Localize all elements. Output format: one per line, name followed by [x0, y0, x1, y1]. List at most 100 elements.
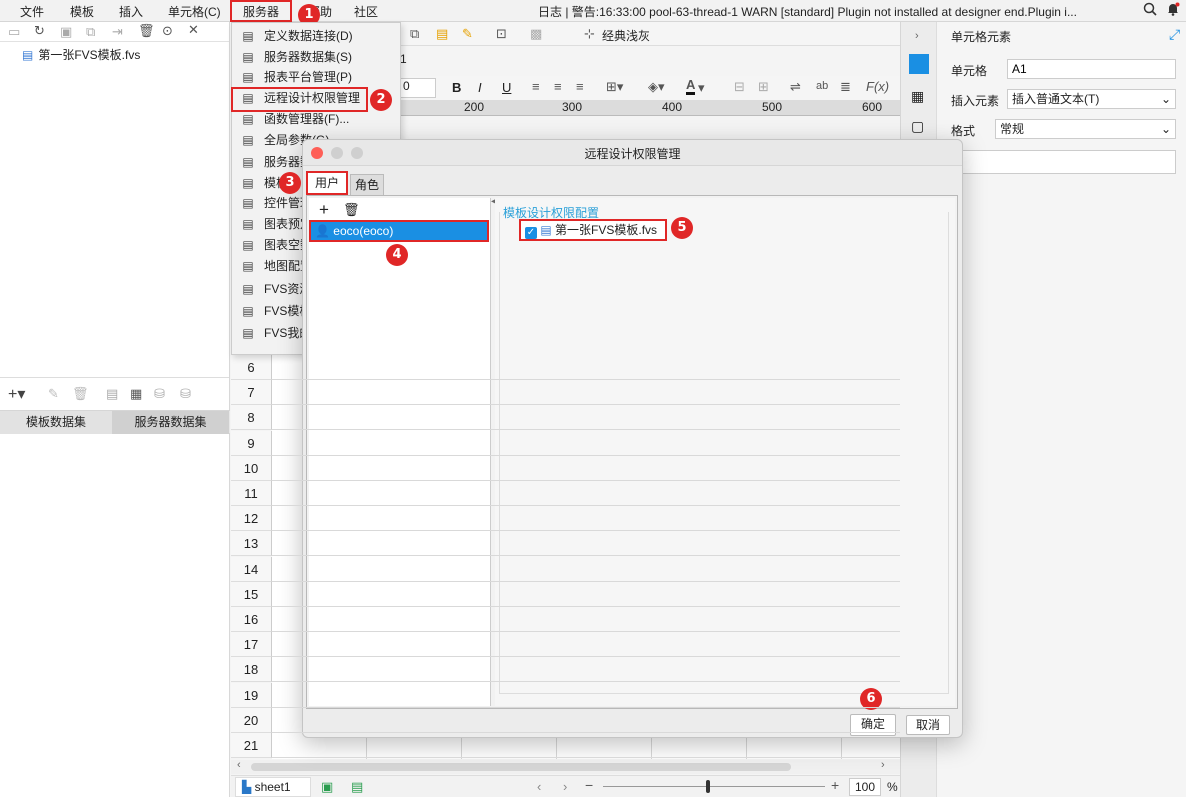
zoom-in-icon[interactable]: + [831, 777, 839, 793]
menu-server[interactable]: 服务器 [230, 0, 293, 22]
expand-icon[interactable]: ⤢ [1169, 26, 1180, 43]
merge-icon[interactable]: ⊟ [734, 79, 745, 95]
trash-icon[interactable]: 🗑 [72, 386, 89, 402]
row-header[interactable]: 7 [231, 380, 272, 406]
zoom-value[interactable]: 100 [849, 778, 881, 796]
collapse-icon[interactable]: › [915, 30, 919, 42]
file-item[interactable]: ▤ 第一张FVS模板.fvs [22, 46, 140, 63]
lock-icon[interactable]: ▣ [60, 24, 72, 40]
next-sheet-icon[interactable]: › [563, 779, 567, 794]
prev-sheet-icon[interactable]: ‹ [537, 779, 541, 794]
menu-template[interactable]: 模板 [70, 3, 94, 20]
copy-format-icon[interactable]: ⧉ [410, 26, 419, 42]
line-spacing-icon[interactable]: ≣ [840, 79, 851, 95]
theme-icon[interactable]: ⊹ [584, 26, 595, 42]
cell-input[interactable] [1007, 59, 1176, 79]
status-log[interactable]: 日志 | 警告:16:33:00 pool-63-thread-1 WARN [… [538, 3, 1138, 20]
locate-icon[interactable]: ⊙ [162, 23, 173, 39]
row-header[interactable]: 16 [231, 607, 272, 632]
formula-icon[interactable]: F(x) [866, 79, 889, 94]
row-header[interactable]: 13 [231, 531, 272, 557]
dataset-icon[interactable]: ▦ [130, 386, 142, 402]
server-menu-item[interactable]: ▤ 服务器数据集(S) [232, 47, 400, 68]
menu-insert[interactable]: 插入 [119, 3, 143, 20]
delete-icon[interactable]: 🗑 [138, 23, 155, 39]
text-box-icon[interactable]: ⊡ [496, 26, 507, 42]
tab-server-dataset[interactable]: 服务器数据集 [112, 411, 229, 434]
underline-icon[interactable]: U [502, 80, 511, 95]
edit-icon[interactable]: ✎ [48, 386, 59, 402]
cell-element-tab-icon[interactable] [909, 54, 929, 74]
align-center-icon[interactable]: ≡ [554, 79, 562, 94]
db-server-icon[interactable]: ⛁ [180, 386, 191, 402]
widget-tab-icon[interactable]: ▢ [911, 118, 924, 135]
server-menu-item[interactable]: ▤ 函数管理器(F)... [232, 109, 400, 130]
tab-template-dataset[interactable]: 模板数据集 [0, 411, 112, 434]
preview-icon[interactable]: ▤ [106, 386, 118, 402]
scroll-left-icon[interactable]: ‹ [237, 759, 241, 771]
search-icon[interactable] [1143, 2, 1157, 19]
zoom-out-icon[interactable]: − [585, 777, 593, 793]
server-menu-item[interactable]: ▤ 定义数据连接(D) [232, 26, 400, 47]
font-color-icon[interactable]: A [686, 78, 696, 95]
theme-label[interactable]: 经典浅灰 [602, 27, 650, 44]
checkbox-checked-icon[interactable]: ✓ [525, 227, 537, 239]
row-header[interactable]: 20 [231, 707, 272, 733]
row-header[interactable]: 17 [231, 632, 272, 658]
delete-user-icon[interactable]: 🗑 [343, 202, 360, 218]
row-header[interactable]: 10 [231, 455, 272, 481]
menu-cell[interactable]: 单元格(C) [168, 3, 221, 20]
row-header[interactable]: 8 [231, 405, 272, 431]
db-icon[interactable]: ⛁ [154, 386, 165, 402]
italic-icon[interactable]: I [478, 80, 482, 95]
scroll-right-icon[interactable]: › [881, 759, 885, 771]
text-direction-icon[interactable]: ab [816, 80, 828, 92]
cancel-button[interactable]: 取消 [906, 715, 950, 735]
menu-file[interactable]: 文件 [20, 3, 44, 20]
font-size-select[interactable]: 0 [400, 78, 436, 98]
server-menu-item[interactable]: ▤ 报表平台管理(P) [232, 67, 400, 88]
border-icon[interactable]: ⊞▾ [606, 79, 623, 95]
row-header[interactable]: 11 [231, 481, 272, 506]
sheet-tab-number[interactable]: 1 [400, 52, 407, 66]
fill-color-icon[interactable]: ◈▾ [648, 79, 665, 95]
brush-icon[interactable]: ✎ [462, 26, 473, 42]
row-header[interactable]: 12 [231, 506, 272, 532]
font-color-dropdown-icon[interactable]: ▾ [698, 80, 705, 96]
row-header[interactable]: 9 [231, 430, 272, 456]
bold-icon[interactable]: B [452, 80, 461, 95]
cell-attribute-tab-icon[interactable]: ▦ [911, 88, 924, 105]
row-header[interactable]: 15 [231, 581, 272, 607]
align-right-icon[interactable]: ≡ [576, 79, 584, 94]
close-icon[interactable]: ✕ [188, 22, 199, 38]
row-header[interactable]: 18 [231, 657, 272, 683]
add-poly-sheet-icon[interactable]: ▤ [351, 779, 363, 795]
add-user-icon[interactable]: + [319, 201, 329, 218]
row-header[interactable]: 6 [231, 355, 272, 380]
new-folder-icon[interactable]: ▭ [8, 24, 20, 40]
split-icon[interactable]: ⊞ [758, 79, 769, 95]
wrap-icon[interactable]: ⇌ [790, 79, 801, 95]
template-permission-item[interactable]: ✓ ▤ 第一张FVS模板.fvs [519, 219, 667, 241]
row-header[interactable]: 14 [231, 556, 272, 582]
cell-content-input[interactable] [951, 150, 1176, 174]
user-item[interactable]: 👤 eoco(eoco) [309, 220, 489, 242]
bell-icon[interactable] [1166, 2, 1180, 19]
paste-icon[interactable]: ▤ [436, 26, 448, 42]
sheet-tab[interactable]: ▙ sheet1 [235, 777, 311, 797]
scrollbar-thumb[interactable] [251, 763, 791, 771]
row-header[interactable]: 19 [231, 682, 272, 708]
format-select[interactable]: 常规 ⌄ [995, 119, 1176, 139]
menu-community[interactable]: 社区 [354, 3, 378, 20]
move-icon[interactable]: ⇥ [112, 24, 123, 40]
tab-roles[interactable]: 角色 [350, 174, 384, 195]
add-icon[interactable]: +▾ [8, 384, 25, 404]
zoom-slider-track[interactable] [603, 786, 825, 787]
row-header[interactable]: 21 [231, 733, 272, 758]
copy-icon[interactable]: ⧉ [86, 24, 95, 40]
align-left-icon[interactable]: ≡ [532, 79, 540, 94]
add-sheet-icon[interactable]: ▣ [321, 779, 333, 795]
horizontal-scrollbar[interactable]: ‹ › [231, 759, 900, 774]
insert-element-select[interactable]: 插入普通文本(T) ⌄ [1007, 89, 1176, 109]
image-icon[interactable]: ▩ [530, 26, 542, 42]
